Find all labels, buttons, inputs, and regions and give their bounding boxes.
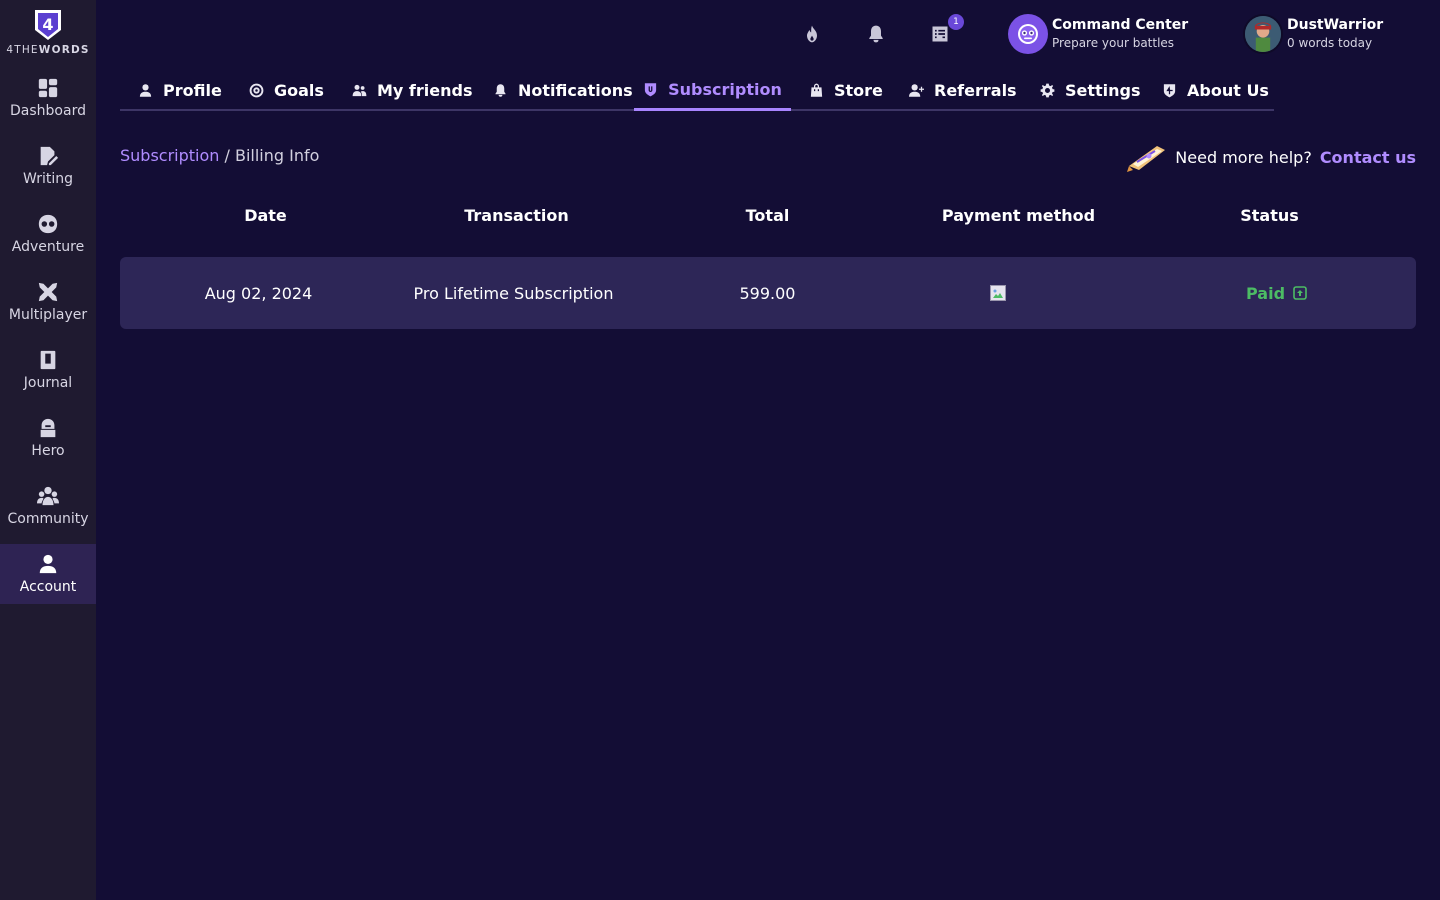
bell-icon[interactable] (864, 22, 888, 46)
receipt-open-icon (1293, 286, 1307, 300)
tab-label: Store (834, 81, 883, 100)
user-info: DustWarrior 0 words today (1287, 16, 1383, 52)
tab-notifications[interactable]: Notifications (493, 70, 633, 111)
target-icon (249, 83, 264, 98)
sidebar-item-label: Community (7, 511, 89, 527)
account-tabs: Profile Goals My friends Notifications S… (120, 70, 1274, 111)
command-center-button[interactable]: Command Center Prepare your battles (1008, 14, 1188, 54)
tab-label: Subscription (668, 79, 782, 99)
billing-table-header: Date Transaction Total Payment method St… (120, 206, 1416, 236)
multiplayer-icon (36, 280, 60, 304)
flame-icon[interactable] (800, 22, 824, 46)
tab-referrals[interactable]: Referrals (909, 70, 1017, 111)
sidebar-item-label: Hero (31, 443, 65, 459)
words-today: 0 words today (1287, 36, 1373, 50)
tab-about-us[interactable]: About Us (1162, 70, 1269, 111)
account-icon (36, 552, 60, 576)
tab-subscription[interactable]: Subscription (634, 70, 791, 111)
logo-badge-icon: 4 (35, 10, 61, 40)
logo-wordmark: 4THEWORDS (6, 44, 90, 56)
user-plus-icon (909, 84, 924, 97)
tab-label: Settings (1065, 81, 1141, 100)
dashboard-icon (36, 76, 60, 100)
cell-status: Paid (1147, 257, 1406, 329)
sidebar-item-label: Writing (23, 171, 73, 187)
breadcrumb-separator: / (219, 146, 235, 165)
status-label: Paid (1245, 283, 1286, 303)
feather-quill-icon (1127, 146, 1166, 172)
tab-goals[interactable]: Goals (249, 70, 324, 111)
sidebar-item-label: Journal (23, 375, 73, 391)
bag-icon (810, 83, 823, 97)
sidebar-item-multiplayer[interactable]: Multiplayer (0, 272, 96, 332)
tab-label: Referrals (934, 81, 1017, 100)
sidebar-item-community[interactable]: Community (0, 476, 96, 536)
svg-text:4: 4 (42, 15, 53, 34)
sidebar-item-adventure[interactable]: Adventure (0, 204, 96, 264)
tab-label: About Us (1187, 81, 1269, 100)
column-header-date: Date (244, 206, 287, 225)
writing-icon (36, 144, 60, 168)
tab-label: Profile (163, 81, 222, 100)
command-center-icon (1008, 14, 1048, 54)
breadcrumb: Subscription / Billing Info (120, 146, 319, 165)
hero-icon (36, 416, 60, 440)
user-icon (139, 84, 152, 97)
username: DustWarrior (1287, 17, 1384, 33)
breadcrumb-subscription-link[interactable]: Subscription (120, 146, 219, 165)
sidebar-item-label: Account (19, 579, 77, 595)
bell-icon (495, 84, 506, 97)
sidebar-item-label: Multiplayer (8, 307, 88, 323)
command-center-subtitle: Prepare your battles (1052, 36, 1175, 50)
journal-icon (36, 348, 60, 372)
sidebar-item-label: Dashboard (10, 103, 86, 119)
tab-profile[interactable]: Profile (138, 70, 222, 111)
app-logo[interactable]: 4 4THEWORDS (0, 8, 96, 64)
tab-my-friends[interactable]: My friends (352, 70, 472, 111)
cell-date: Aug 02, 2024 (204, 283, 313, 303)
tab-settings[interactable]: Settings (1040, 70, 1141, 111)
gear-icon (1040, 83, 1055, 98)
cell-total: 599.00 (739, 283, 796, 303)
adventure-icon (36, 212, 60, 236)
avatar (1243, 14, 1283, 54)
cell-payment-method (868, 257, 1127, 329)
sidebar-item-journal[interactable]: Journal (0, 340, 96, 400)
user-menu[interactable]: DustWarrior 0 words today (1243, 14, 1383, 54)
sidebar: 4 4THEWORDS Dashboard Writing Adventure … (0, 0, 96, 900)
help-section: Need more help? Contact us (1127, 140, 1416, 174)
column-header-transaction: Transaction (464, 206, 569, 225)
community-icon (36, 484, 60, 508)
column-header-payment-method: Payment method (941, 206, 1096, 225)
about-icon (1163, 84, 1176, 98)
tab-label: Goals (274, 81, 324, 100)
broken-image-icon (989, 285, 1006, 301)
column-header-total: Total (745, 206, 790, 225)
tab-label: Notifications (518, 81, 633, 100)
quest-count-badge: 1 (948, 14, 964, 30)
command-center-title: Command Center (1052, 17, 1189, 33)
column-header-status: Status (1240, 206, 1299, 225)
table-row: Aug 02, 2024 Pro Lifetime Subscription 5… (120, 257, 1416, 329)
sidebar-item-dashboard[interactable]: Dashboard (0, 68, 96, 128)
tab-label: My friends (377, 81, 473, 100)
status-paid-link[interactable]: Paid (1246, 284, 1307, 303)
sidebar-item-account[interactable]: Account (0, 544, 96, 604)
help-text: Need more help? (1175, 147, 1312, 167)
shield-icon (645, 82, 657, 96)
sidebar-item-writing[interactable]: Writing (0, 136, 96, 196)
command-center-text: Command Center Prepare your battles (1052, 16, 1188, 52)
breadcrumb-current: Billing Info (234, 146, 320, 165)
tab-store[interactable]: Store (809, 70, 883, 111)
cell-transaction: Pro Lifetime Subscription (413, 283, 614, 303)
sidebar-item-hero[interactable]: Hero (0, 408, 96, 468)
friends-icon (352, 84, 367, 97)
contact-us-link[interactable]: Contact us (1320, 148, 1416, 167)
sidebar-item-label: Adventure (11, 239, 85, 255)
